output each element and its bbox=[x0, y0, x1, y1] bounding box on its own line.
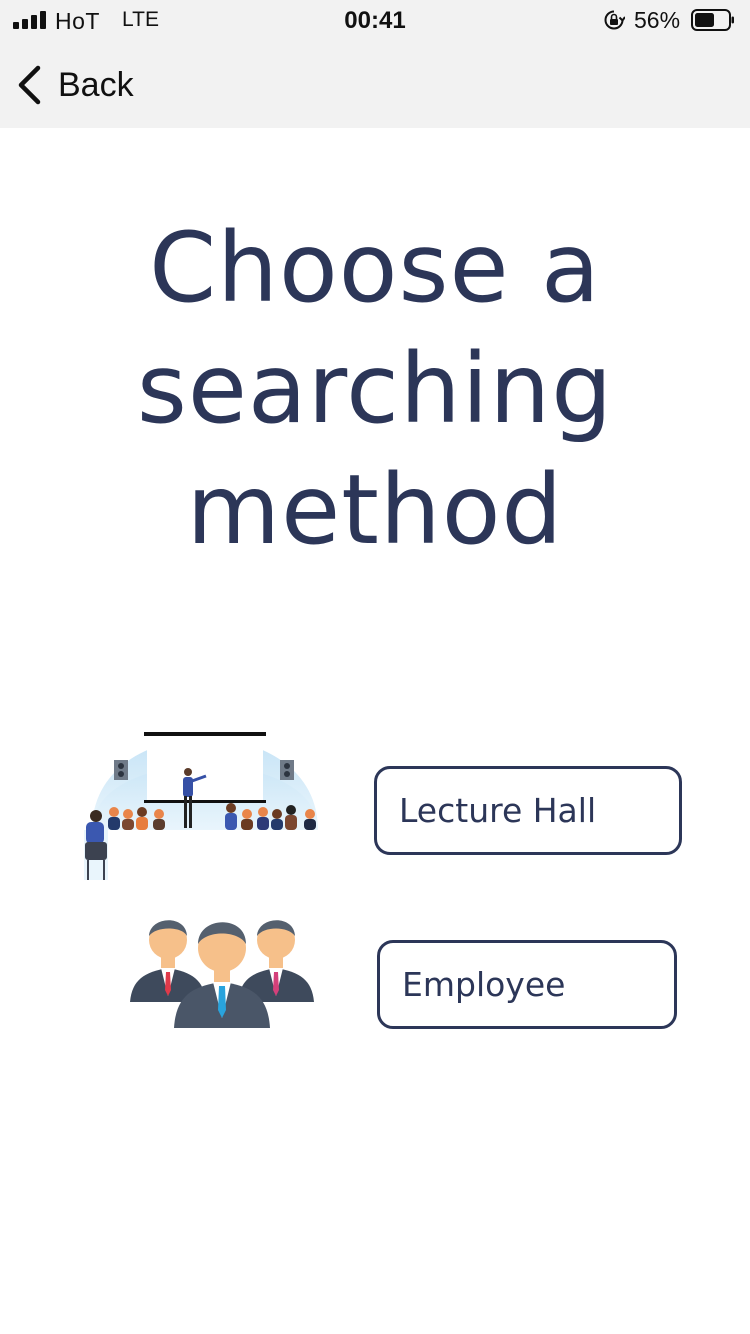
back-label: Back bbox=[58, 65, 134, 104]
page-title: Choose a searching method bbox=[0, 208, 750, 571]
employees-illustration bbox=[130, 920, 314, 1028]
title-line-3: method bbox=[186, 454, 564, 566]
lecture-hall-illustration bbox=[84, 732, 318, 880]
employee-button[interactable]: Employee bbox=[377, 940, 677, 1029]
navigation-bar: Back bbox=[0, 40, 750, 128]
employee-label: Employee bbox=[402, 965, 566, 1004]
status-bar: HoT LTE 00:41 56% bbox=[0, 0, 750, 40]
title-line-1: Choose a bbox=[149, 212, 601, 324]
back-button[interactable]: Back bbox=[14, 60, 154, 110]
battery-icon bbox=[691, 9, 734, 31]
chevron-left-icon bbox=[18, 65, 41, 105]
battery-percentage: 56% bbox=[634, 7, 681, 33]
orientation-lock-icon bbox=[604, 10, 625, 30]
lecture-hall-button[interactable]: Lecture Hall bbox=[374, 766, 682, 855]
lecture-hall-label: Lecture Hall bbox=[399, 791, 597, 830]
title-line-2: searching bbox=[136, 333, 614, 445]
